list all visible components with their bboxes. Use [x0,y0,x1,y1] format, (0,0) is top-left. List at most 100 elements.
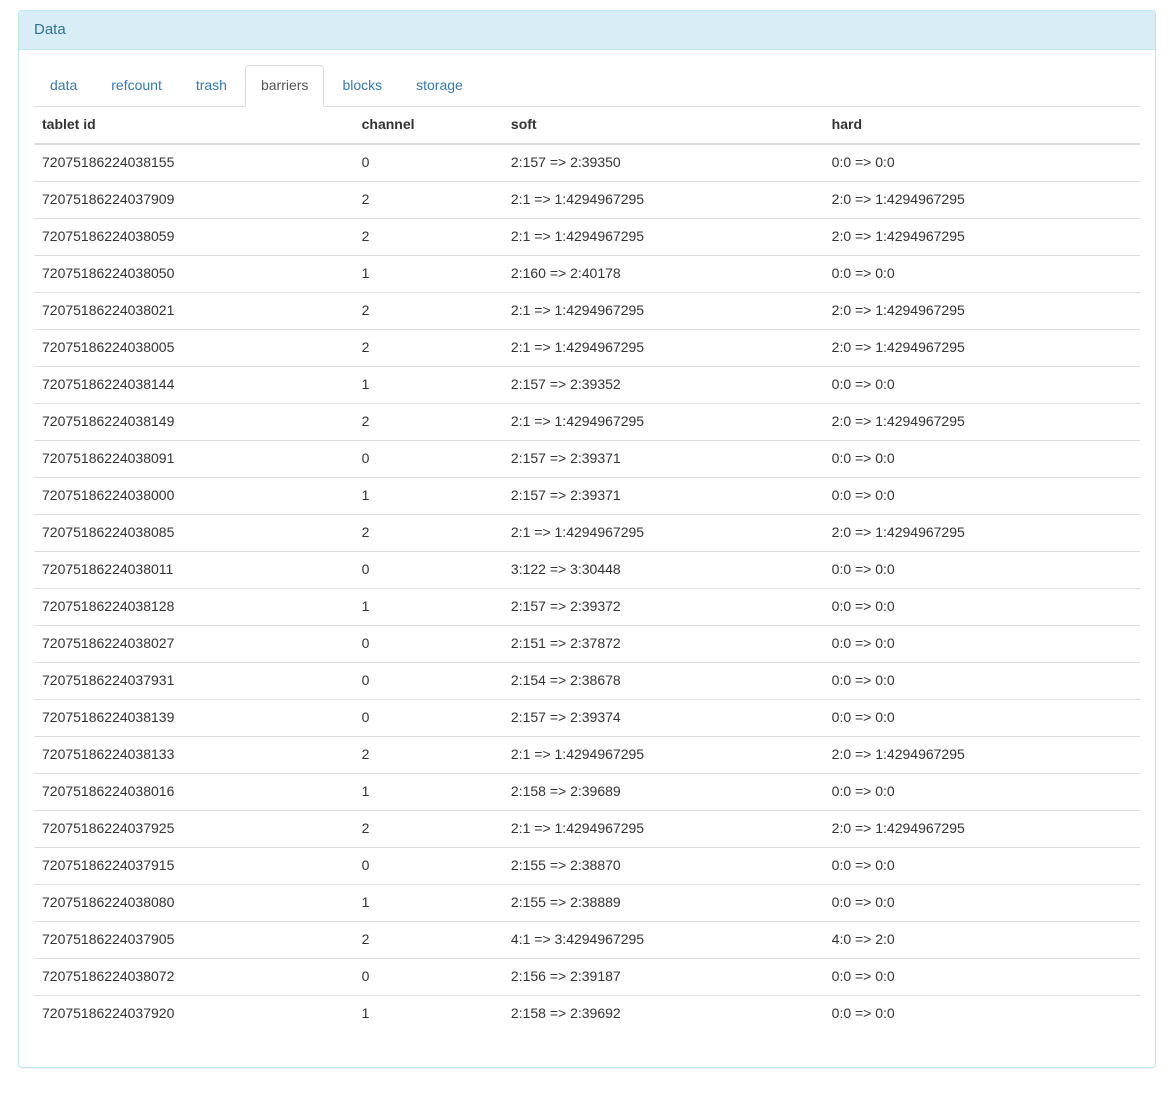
cell-soft: 2:157 => 2:39371 [503,477,824,514]
cell-tablet-id: 72075186224038016 [34,773,354,810]
table-row: 7207518622403793102:154 => 2:386780:0 =>… [34,662,1140,699]
cell-hard: 0:0 => 0:0 [824,625,1140,662]
tab-storage: storage [400,65,479,107]
cell-hard: 2:0 => 1:4294967295 [824,329,1140,366]
tab-refcount: refcount [95,65,178,107]
column-header-tablet-id: tablet id [34,107,354,144]
cell-channel: 2 [354,292,503,329]
table-row: 7207518622403791502:155 => 2:388700:0 =>… [34,847,1140,884]
cell-tablet-id: 72075186224037931 [34,662,354,699]
cell-channel: 2 [354,218,503,255]
tab-barriers: barriers [245,65,324,107]
table-row: 7207518622403800522:1 => 1:42949672952:0… [34,329,1140,366]
tab-data: data [34,65,93,107]
tab-link-trash[interactable]: trash [180,65,243,107]
cell-channel: 2 [354,514,503,551]
cell-tablet-id: 72075186224038085 [34,514,354,551]
cell-soft: 2:155 => 2:38889 [503,884,824,921]
cell-tablet-id: 72075186224038139 [34,699,354,736]
cell-soft: 2:158 => 2:39689 [503,773,824,810]
cell-channel: 1 [354,773,503,810]
cell-tablet-id: 72075186224037915 [34,847,354,884]
table-row: 7207518622403801103:122 => 3:304480:0 =>… [34,551,1140,588]
table-row: 7207518622403801612:158 => 2:396890:0 =>… [34,773,1140,810]
table-row: 7207518622403813902:157 => 2:393740:0 =>… [34,699,1140,736]
table-row: 7207518622403808522:1 => 1:42949672952:0… [34,514,1140,551]
cell-hard: 0:0 => 0:0 [824,551,1140,588]
cell-soft: 2:158 => 2:39692 [503,995,824,1031]
cell-hard: 0:0 => 0:0 [824,477,1140,514]
cell-soft: 2:1 => 1:4294967295 [503,329,824,366]
cell-hard: 0:0 => 0:0 [824,699,1140,736]
cell-hard: 0:0 => 0:0 [824,773,1140,810]
table-row: 7207518622403815502:157 => 2:393500:0 =>… [34,144,1140,181]
tab-link-blocks[interactable]: blocks [326,65,398,107]
table-row: 7207518622403805922:1 => 1:42949672952:0… [34,218,1140,255]
tab-link-barriers[interactable]: barriers [245,65,324,107]
cell-soft: 2:155 => 2:38870 [503,847,824,884]
column-header-soft: soft [503,107,824,144]
table-row: 7207518622403800012:157 => 2:393710:0 =>… [34,477,1140,514]
cell-hard: 0:0 => 0:0 [824,255,1140,292]
cell-tablet-id: 72075186224038005 [34,329,354,366]
cell-tablet-id: 72075186224038144 [34,366,354,403]
cell-tablet-id: 72075186224038027 [34,625,354,662]
cell-tablet-id: 72075186224038155 [34,144,354,181]
cell-channel: 2 [354,921,503,958]
cell-hard: 0:0 => 0:0 [824,662,1140,699]
tab-link-data[interactable]: data [34,65,93,107]
cell-channel: 2 [354,329,503,366]
cell-tablet-id: 72075186224037905 [34,921,354,958]
table-row: 7207518622403809102:157 => 2:393710:0 =>… [34,440,1140,477]
cell-tablet-id: 72075186224037925 [34,810,354,847]
table-row: 7207518622403805012:160 => 2:401780:0 =>… [34,255,1140,292]
cell-channel: 0 [354,662,503,699]
cell-soft: 2:1 => 1:4294967295 [503,218,824,255]
cell-soft: 2:157 => 2:39371 [503,440,824,477]
cell-hard: 0:0 => 0:0 [824,366,1140,403]
cell-hard: 0:0 => 0:0 [824,588,1140,625]
table-row: 7207518622403790524:1 => 3:42949672954:0… [34,921,1140,958]
cell-soft: 2:1 => 1:4294967295 [503,403,824,440]
cell-soft: 4:1 => 3:4294967295 [503,921,824,958]
table-row: 7207518622403792522:1 => 1:42949672952:0… [34,810,1140,847]
table-row: 7207518622403814922:1 => 1:42949672952:0… [34,403,1140,440]
cell-channel: 0 [354,144,503,181]
cell-tablet-id: 72075186224038080 [34,884,354,921]
cell-channel: 1 [354,255,503,292]
cell-tablet-id: 72075186224038149 [34,403,354,440]
table-header: tablet idchannelsofthard [34,107,1140,144]
cell-tablet-id: 72075186224038059 [34,218,354,255]
cell-channel: 0 [354,625,503,662]
cell-channel: 0 [354,440,503,477]
cell-hard: 2:0 => 1:4294967295 [824,292,1140,329]
tab-link-refcount[interactable]: refcount [95,65,178,107]
cell-channel: 2 [354,181,503,218]
table-row: 7207518622403802702:151 => 2:378720:0 =>… [34,625,1140,662]
cell-tablet-id: 72075186224038128 [34,588,354,625]
cell-soft: 2:1 => 1:4294967295 [503,181,824,218]
table-row: 7207518622403790922:1 => 1:42949672952:0… [34,181,1140,218]
cell-soft: 2:160 => 2:40178 [503,255,824,292]
cell-hard: 0:0 => 0:0 [824,144,1140,181]
cell-hard: 0:0 => 0:0 [824,847,1140,884]
cell-channel: 1 [354,995,503,1031]
tab-trash: trash [180,65,243,107]
cell-channel: 0 [354,847,503,884]
data-panel: Data datarefcounttrashbarriersblocksstor… [18,10,1156,1068]
column-header-hard: hard [824,107,1140,144]
table-body: 7207518622403815502:157 => 2:393500:0 =>… [34,144,1140,1032]
cell-tablet-id: 72075186224037909 [34,181,354,218]
cell-soft: 2:1 => 1:4294967295 [503,514,824,551]
cell-soft: 2:157 => 2:39350 [503,144,824,181]
cell-soft: 2:1 => 1:4294967295 [503,736,824,773]
cell-soft: 2:1 => 1:4294967295 [503,810,824,847]
table-header-row: tablet idchannelsofthard [34,107,1140,144]
tab-link-storage[interactable]: storage [400,65,479,107]
cell-soft: 2:154 => 2:38678 [503,662,824,699]
cell-hard: 2:0 => 1:4294967295 [824,736,1140,773]
tab-bar: datarefcounttrashbarriersblocksstorage [34,65,1140,107]
cell-soft: 2:157 => 2:39372 [503,588,824,625]
cell-tablet-id: 72075186224038091 [34,440,354,477]
page: Data datarefcounttrashbarriersblocksstor… [0,10,1170,1093]
